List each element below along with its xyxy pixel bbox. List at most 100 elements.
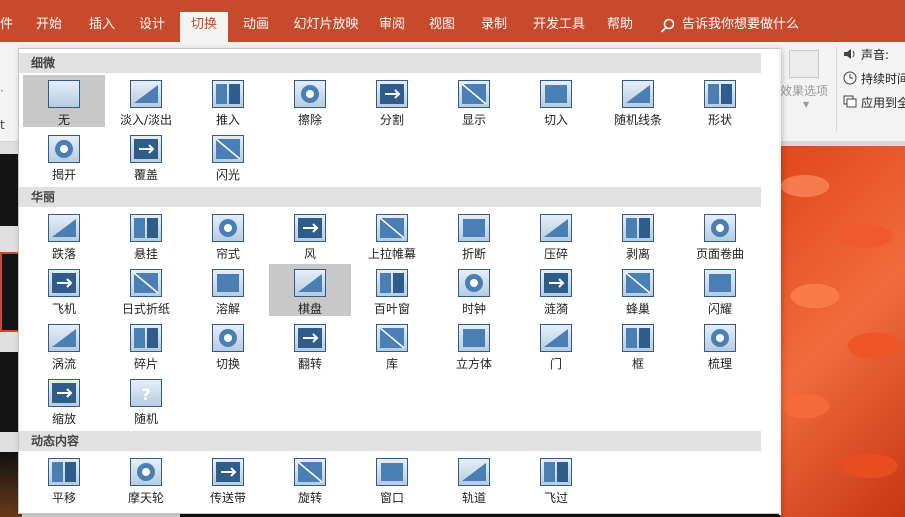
transition-item[interactable]: 库	[351, 319, 433, 371]
duration-row[interactable]: 持续时间	[843, 70, 905, 87]
transition-item[interactable]: 涟漪	[515, 264, 597, 316]
transition-item-label: 摩天轮	[127, 491, 164, 505]
sound-row[interactable]: 声音:	[843, 46, 889, 63]
transition-item[interactable]: 摩天轮	[105, 453, 187, 505]
gallery-section-header: 动态内容	[19, 431, 761, 451]
transition-item[interactable]: 淡入/淡出	[105, 75, 187, 127]
transition-item[interactable]: 溶解	[187, 264, 269, 316]
transition-item-label: 旋转	[297, 491, 322, 505]
fade-transition-icon-glyph	[134, 85, 158, 103]
transition-item[interactable]: 上拉帷幕	[351, 209, 433, 261]
transition-item[interactable]: 页面卷曲	[679, 209, 761, 261]
zoom-transition-icon	[48, 379, 80, 407]
transition-item[interactable]: 时钟	[433, 264, 515, 316]
tab-animations[interactable]: 动画	[234, 12, 278, 42]
effect-options-label[interactable]: 效果选项	[780, 82, 828, 99]
transition-item[interactable]: 传送带	[187, 453, 269, 505]
flash-transition-icon-glyph	[215, 138, 241, 160]
tab-home[interactable]: 开始	[27, 12, 71, 42]
transition-item[interactable]: 压碎	[515, 209, 597, 261]
transition-item[interactable]: 门	[515, 319, 597, 371]
glitter-transition-icon	[704, 269, 736, 297]
orbit-transition-icon	[458, 458, 490, 486]
page-curl-transition-icon-glyph	[711, 219, 729, 237]
transition-item-label: 蜂巢	[625, 302, 650, 316]
transition-item[interactable]: 碎片	[105, 319, 187, 371]
transition-item[interactable]: 闪光	[187, 130, 269, 182]
transition-item[interactable]: 梳理	[679, 319, 761, 371]
push-transition-icon-glyph	[216, 84, 240, 104]
transition-item[interactable]: 飞机	[23, 264, 105, 316]
apply-all-row[interactable]: 应用到全	[843, 94, 905, 111]
transition-item[interactable]: 立方体	[433, 319, 515, 371]
effect-options-icon[interactable]	[789, 50, 819, 78]
transition-item-label: 覆盖	[133, 168, 158, 182]
transition-item-label: 随机	[133, 412, 158, 426]
random-transition-icon-glyph: ?	[141, 385, 150, 404]
random-bars-transition-icon-glyph	[626, 85, 650, 103]
transition-item[interactable]: 飞过	[515, 453, 597, 505]
transition-item[interactable]: 旋转	[269, 453, 351, 505]
tab-transitions[interactable]: 切换	[180, 12, 228, 42]
transition-item[interactable]: 闪耀	[679, 264, 761, 316]
split-transition-icon-glyph	[380, 84, 404, 104]
transition-item[interactable]: 分割	[351, 75, 433, 127]
transition-item[interactable]: 覆盖	[105, 130, 187, 182]
transition-item[interactable]: 揭开	[23, 130, 105, 182]
transition-item[interactable]: 框	[597, 319, 679, 371]
apply-all-icon	[843, 95, 857, 108]
transition-item[interactable]: 擦除	[269, 75, 351, 127]
transition-item-label: 上拉帷幕	[367, 247, 416, 261]
transition-item[interactable]: 风	[269, 209, 351, 261]
transition-item[interactable]: 跌落	[23, 209, 105, 261]
transition-item[interactable]: 轨道	[433, 453, 515, 505]
tab-insert[interactable]: 插入	[80, 12, 124, 42]
transition-item[interactable]: 显示	[433, 75, 515, 127]
blinds-transition-icon	[376, 269, 408, 297]
transition-item[interactable]: 百叶窗	[351, 264, 433, 316]
cube-transition-icon	[458, 324, 490, 352]
fracture-transition-icon	[458, 214, 490, 242]
ripple-transition-icon	[540, 269, 572, 297]
tab-file[interactable]: 件	[0, 12, 13, 42]
chevron-down-icon[interactable]: ▼	[803, 100, 809, 109]
gallery-scrollbar[interactable]	[779, 49, 781, 515]
tab-design[interactable]: 设计	[130, 12, 174, 42]
transition-item[interactable]: 帘式	[187, 209, 269, 261]
transition-item[interactable]: 折断	[433, 209, 515, 261]
transition-item-label: 飞过	[543, 491, 568, 505]
shape-transition-icon	[704, 80, 736, 108]
cube-transition-icon-glyph	[463, 329, 485, 347]
transition-item[interactable]: 日式折纸	[105, 264, 187, 316]
transition-item[interactable]: 推入	[187, 75, 269, 127]
transition-item[interactable]: 形状	[679, 75, 761, 127]
transition-item[interactable]: 缩放	[23, 374, 105, 426]
zoom-transition-icon-glyph	[52, 383, 76, 403]
tab-help[interactable]: 帮助	[600, 12, 640, 42]
pan-transition-icon	[48, 458, 80, 486]
tab-record[interactable]: 录制	[472, 12, 516, 42]
transition-item[interactable]: 平移	[23, 453, 105, 505]
tab-slideshow[interactable]: 幻灯片放映	[286, 12, 366, 42]
transition-item[interactable]: 窗口	[351, 453, 433, 505]
transition-item[interactable]: 无	[23, 75, 105, 127]
tab-review[interactable]: 审阅	[372, 12, 412, 42]
transition-item[interactable]: 涡流	[23, 319, 105, 371]
transition-item[interactable]: 切换	[187, 319, 269, 371]
transition-item[interactable]: 棋盘	[269, 264, 351, 316]
crush-transition-icon	[540, 214, 572, 242]
tell-me-label: 告诉我你想要做什么	[682, 17, 800, 32]
transition-item[interactable]: 翻转	[269, 319, 351, 371]
transition-item[interactable]: ? 随机	[105, 374, 187, 426]
wipe-transition-icon-glyph	[301, 85, 319, 103]
tab-view[interactable]: 视图	[420, 12, 464, 42]
transition-item[interactable]: 切入	[515, 75, 597, 127]
lightbulb-search-icon	[660, 18, 675, 33]
transition-item-label: 折断	[461, 247, 486, 261]
transition-item[interactable]: 蜂巢	[597, 264, 679, 316]
transition-item[interactable]: 随机线条	[597, 75, 679, 127]
fall-over-transition-icon	[48, 214, 80, 242]
transition-item[interactable]: 悬挂	[105, 209, 187, 261]
transition-item[interactable]: 剥离	[597, 209, 679, 261]
tab-developer[interactable]: 开发工具	[524, 12, 594, 42]
